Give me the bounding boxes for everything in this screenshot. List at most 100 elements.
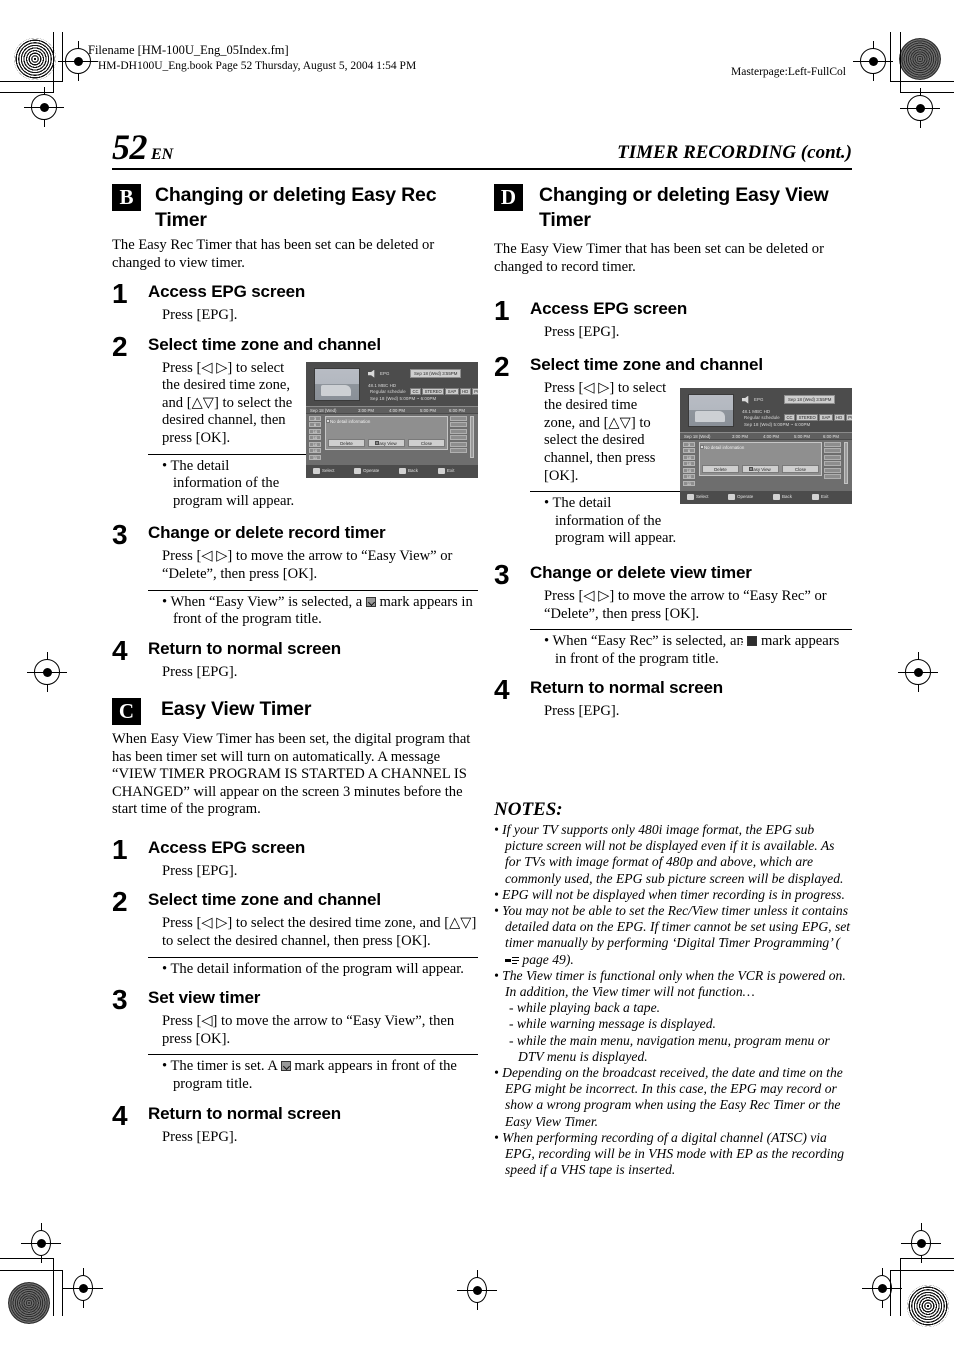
note-item: • If your TV supports only 480i image fo… bbox=[494, 821, 844, 886]
page-content: 52 EN TIMER RECORDING (cont.) B Changing … bbox=[0, 0, 954, 1351]
epg-channel-cell: 3 bbox=[683, 441, 695, 447]
epg-close-button[interactable]: Close bbox=[408, 438, 445, 447]
epg-figure-b: EPG Sep 18 (Wed) 3:55PM 48.1 MBC HD CC S… bbox=[306, 361, 478, 478]
epg-figure-d: EPG Sep 18 (Wed) 3:55PM 48.1 MBC HD CC S… bbox=[680, 387, 852, 504]
epg-right-cell bbox=[824, 467, 841, 473]
epg-time-line: Sep 18 (Wed) 5:00PM ~ 6:00PM bbox=[370, 395, 437, 401]
step-b1-detail: Press [EPG]. bbox=[162, 307, 238, 323]
section-c-letter: C bbox=[112, 698, 141, 726]
epg-scrollbar[interactable] bbox=[844, 441, 848, 484]
epg-detail-text: No detail information bbox=[704, 444, 745, 450]
epg-chip-row: CC STEREO SAP HD PG 13 bbox=[784, 413, 852, 421]
epg-channel-cell: 10 bbox=[683, 474, 695, 480]
epg-easy-view-button[interactable]: Easy View bbox=[368, 438, 405, 447]
step-d3-title: Change or delete view timer bbox=[530, 562, 752, 582]
epg-delete-button[interactable]: Delete bbox=[328, 438, 365, 447]
epg-detail-mark-icon bbox=[699, 444, 704, 449]
epg-chip-hd: HD bbox=[459, 387, 471, 395]
step-d2: 2 Select time zone and channel EPG Sep 1… bbox=[494, 352, 852, 548]
epg-header-badge: Sep 18 (Wed) 3:55PM bbox=[410, 368, 462, 378]
epg-scrollbar[interactable] bbox=[470, 415, 474, 458]
epg-footer-exit: Exit bbox=[447, 467, 455, 473]
header-rule bbox=[112, 168, 852, 171]
epg-footer-bar: Select Operate Back Exit bbox=[680, 490, 852, 504]
epg-footer-select: Select bbox=[696, 493, 709, 499]
epg-label: EPG bbox=[380, 370, 390, 376]
step-d3: 3 Change or delete view timer Press [◁ ▷… bbox=[494, 558, 852, 668]
step-d3-note-rule: • When “Easy Rec” is selected, an mark a… bbox=[530, 629, 852, 668]
section-c-heading: C Easy View Timer bbox=[112, 697, 478, 726]
step-c1-detail: Press [EPG]. bbox=[162, 862, 238, 879]
epg-date-cell: Sep 18 (Wed) bbox=[310, 407, 337, 413]
epg-chip-hd: HD bbox=[833, 413, 845, 421]
step-b4-number: 4 bbox=[112, 634, 128, 666]
step-b2-bullet: • The detail information of the program … bbox=[162, 457, 295, 509]
epg-chip-cc: CC bbox=[784, 413, 796, 421]
note-sub-item: - while playing back a tape. bbox=[509, 1000, 661, 1016]
step-c2-title: Select time zone and channel bbox=[148, 890, 381, 910]
epg-footer-bar: Select Operate Back Exit bbox=[306, 464, 478, 478]
note-item: • When performing recording of a digital… bbox=[494, 1129, 845, 1178]
back-icon bbox=[773, 493, 780, 500]
step-b1: 1 Access EPG screen Press [EPG]. bbox=[112, 280, 478, 325]
page-language: EN bbox=[151, 146, 174, 163]
epg-channel-cell: 6 bbox=[309, 422, 321, 428]
step-b2-number: 2 bbox=[112, 330, 128, 362]
left-column: B Changing or deleting Easy Rec Timer Th… bbox=[112, 183, 478, 1146]
epg-sub-picture bbox=[688, 393, 734, 427]
note-item-view-timer: • The View timer is functional only when… bbox=[494, 967, 846, 999]
epg-time-bar: Sep 18 (Wed) 3:00 PM 4:00 PM 5:00 PM 6:0… bbox=[306, 405, 478, 414]
epg-time-cell-4: 6:00 PM bbox=[823, 433, 840, 439]
step-d1-detail: Press [EPG]. bbox=[544, 324, 620, 340]
section-c-title: Easy View Timer bbox=[161, 698, 312, 721]
epg-right-cell bbox=[824, 441, 841, 447]
step-d4-title: Return to normal screen bbox=[530, 678, 724, 698]
step-d2-bullet: • The detail information of the program … bbox=[544, 495, 677, 547]
epg-footer-exit: Exit bbox=[821, 493, 829, 499]
step-b4-title: Return to normal screen bbox=[148, 638, 342, 658]
note-item: • Depending on the broadcast received, t… bbox=[494, 1064, 843, 1129]
step-c1-number: 1 bbox=[112, 833, 128, 865]
step-c2-number: 2 bbox=[112, 886, 128, 918]
step-b3-bullet: • When “Easy View” is selected, a mark a… bbox=[162, 593, 473, 628]
step-c2-detail: Press [◁ ▷] to select the desired time z… bbox=[162, 915, 477, 949]
step-b2-note-rule: • The detail information of the program … bbox=[148, 453, 318, 511]
epg-channel-cell: 10 bbox=[309, 448, 321, 454]
step-c3-bullet: • The timer is set. A mark appears in fr… bbox=[162, 1058, 457, 1092]
step-c3-title: Set view timer bbox=[148, 988, 261, 1008]
step-c4: 4 Return to normal screen Press [EPG]. bbox=[112, 1101, 478, 1147]
back-icon bbox=[399, 467, 406, 474]
epg-channel-cell: 3 bbox=[309, 415, 321, 421]
epg-chip-sap: SAP bbox=[445, 387, 459, 395]
epg-chip-pg: PG bbox=[471, 387, 478, 395]
step-d3-bullet: • When “Easy Rec” is selected, an mark a… bbox=[544, 633, 852, 668]
step-c3: 3 Set view timer Press [◁] to move the a… bbox=[112, 986, 478, 1093]
epg-header-badge: Sep 18 (Wed) 3:55PM bbox=[784, 394, 836, 404]
epg-easy-view-button[interactable]: Easy View bbox=[742, 464, 779, 473]
epg-time-cell-3: 5:00 PM bbox=[420, 407, 437, 413]
section-d-intro: The Easy View Timer that has been set ca… bbox=[494, 241, 824, 275]
step-d3-number: 3 bbox=[494, 558, 510, 590]
step-b4-detail: Press [EPG]. bbox=[162, 663, 238, 680]
epg-detail-mark-icon bbox=[325, 418, 330, 423]
epg-time-cell-1: 3:00 PM bbox=[358, 407, 375, 413]
epg-date-cell: Sep 18 (Wed) bbox=[684, 433, 711, 439]
step-d2-detail: Press [◁ ▷] to select the desired time z… bbox=[544, 379, 667, 484]
epg-schedule-line: Regular schedule bbox=[370, 388, 406, 394]
epg-delete-button[interactable]: Delete bbox=[702, 464, 739, 473]
step-b3-detail: Press [◁ ▷] to move the arrow to “Easy V… bbox=[162, 548, 453, 582]
step-c2-bullet: • The detail information of the program … bbox=[162, 960, 464, 977]
step-b2: 2 Select time zone and channel EPG Sep 1… bbox=[112, 330, 478, 511]
epg-close-button[interactable]: Close bbox=[782, 464, 819, 473]
select-icon bbox=[313, 467, 320, 474]
step-c1: 1 Access EPG screen Press [EPG]. bbox=[112, 833, 478, 881]
epg-program-grid: 3 6 10 10 10 10 11 No detail information… bbox=[306, 415, 478, 460]
epg-time-cell-4: 6:00 PM bbox=[449, 407, 466, 413]
epg-channel-cell: 6 bbox=[683, 448, 695, 454]
step-b1-title: Access EPG screen bbox=[148, 282, 306, 301]
step-b3-note-rule: • When “Easy View” is selected, a mark a… bbox=[148, 589, 478, 629]
step-b2-detail: Press [◁ ▷] to select the desired time z… bbox=[162, 359, 293, 446]
epg-channel-line: 48.1 MBC HD bbox=[742, 408, 771, 414]
step-d1-title: Access EPG screen bbox=[530, 299, 688, 318]
step-c1-title: Access EPG screen bbox=[148, 837, 306, 857]
